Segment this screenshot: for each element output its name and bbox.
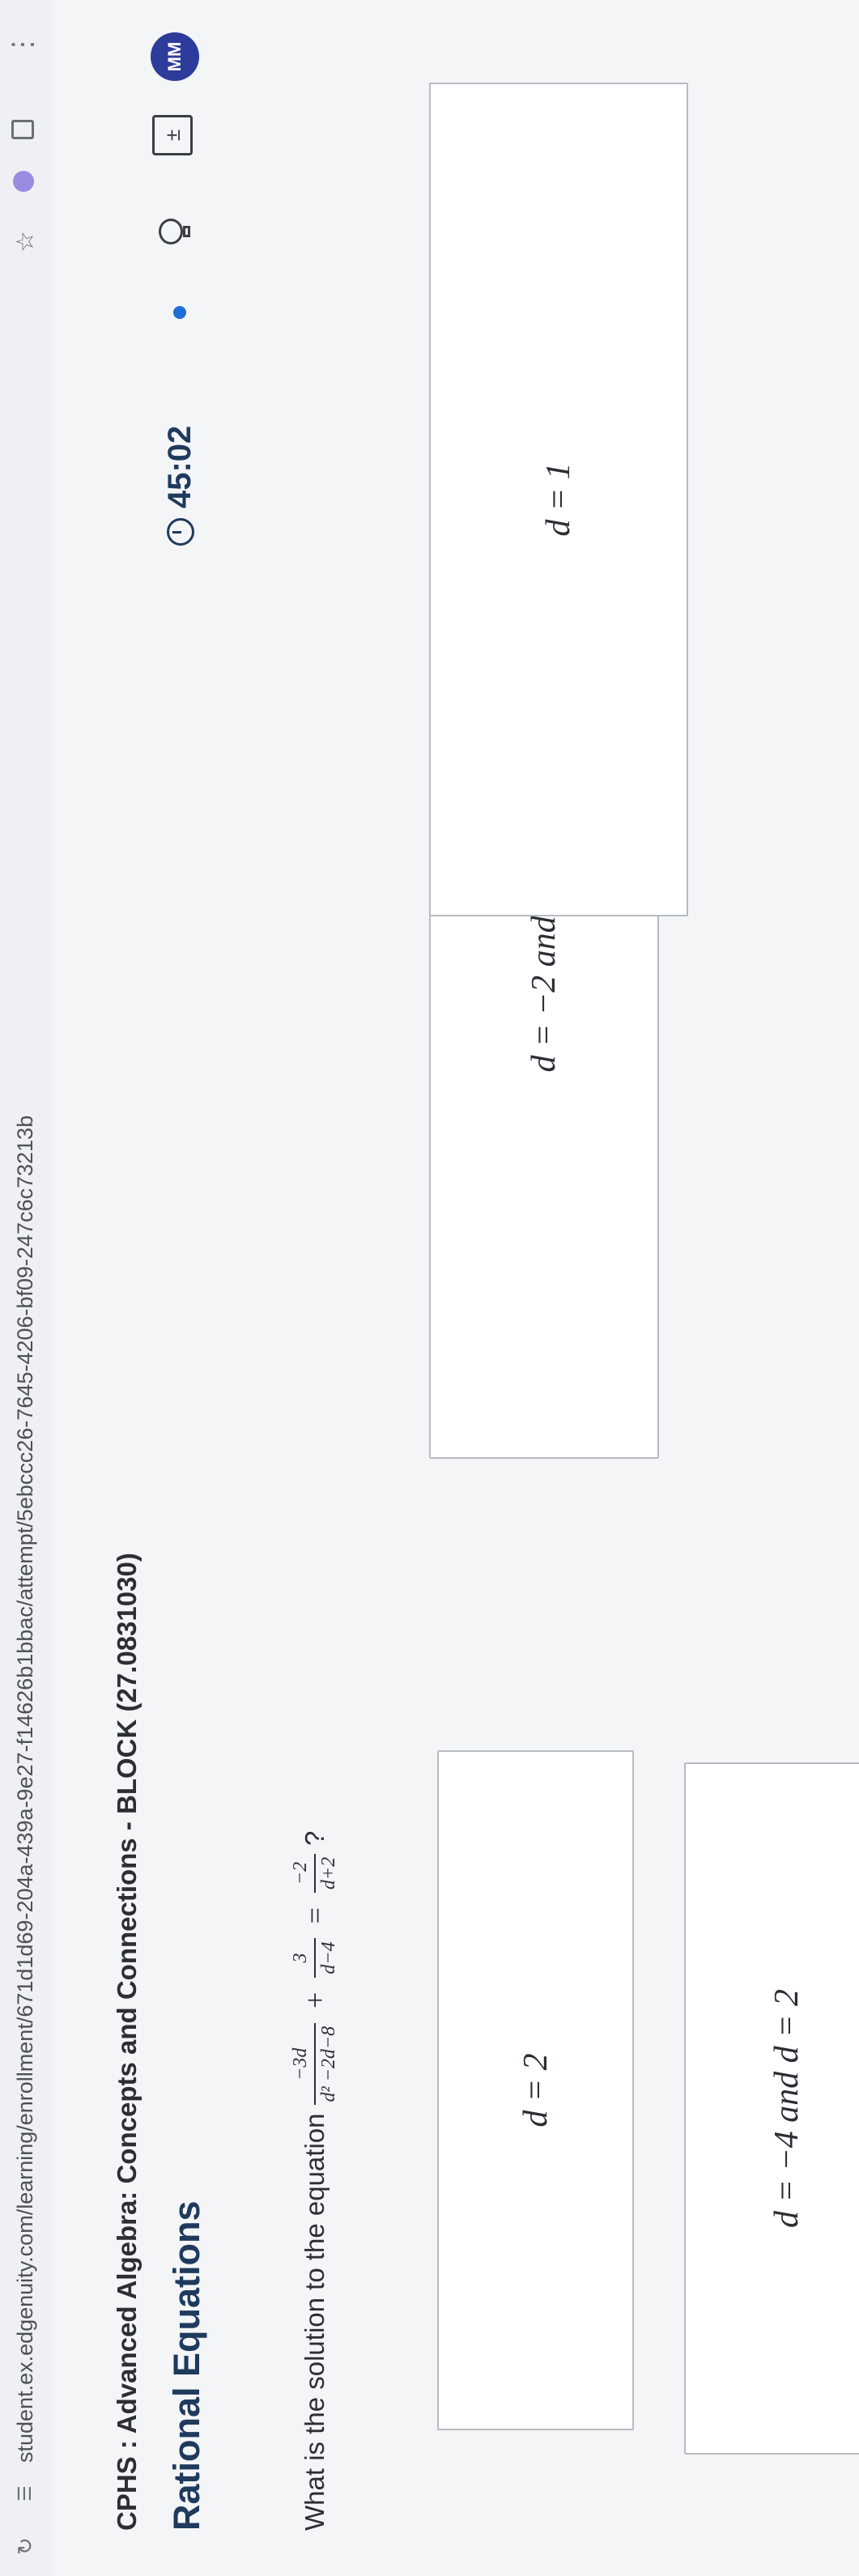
fraction-2: 3 d−4	[290, 1938, 340, 1978]
answer-choice-label: d = 1	[540, 462, 577, 537]
url-text[interactable]: student.ex.edgenuity.com/learning/enroll…	[13, 1116, 38, 2463]
plus-sign: +	[299, 1992, 331, 2009]
page: ↻ ☰ student.ex.edgenuity.com/learning/en…	[0, 0, 859, 2576]
site-info-icon[interactable]: ☰	[15, 2485, 36, 2502]
fraction-2-denominator: d−4	[318, 1941, 339, 1975]
answer-choice-1[interactable]: d = 2	[437, 1750, 634, 2430]
timer: 45:02	[162, 426, 198, 546]
question-text: What is the solution to the equation −3d…	[290, 1831, 340, 2531]
lightbulb-icon[interactable]	[159, 219, 191, 244]
question-prefix: What is the solution to the equation	[300, 2113, 330, 2531]
fraction-3-numerator: −2	[290, 1861, 311, 1885]
avatar[interactable]: MM	[151, 32, 199, 81]
page-title: Rational Equations	[166, 2200, 207, 2531]
breadcrumb: CPHS : Advanced Algebra: Concepts and Co…	[112, 1553, 142, 2531]
fraction-3: −2 d+2	[290, 1853, 340, 1894]
browser-address-bar[interactable]: ↻ ☰ student.ex.edgenuity.com/learning/en…	[0, 0, 52, 2576]
bookmark-star-icon[interactable]: ☆	[11, 231, 40, 253]
fraction-1: −3d d² −2d−8	[290, 2022, 340, 2106]
answer-choice-label: d = 2	[517, 2053, 555, 2128]
answer-choice-3[interactable]: d = 1	[429, 83, 688, 916]
timer-value: 45:02	[162, 425, 198, 508]
answer-choice-4[interactable]: d = −4 and d = 2	[684, 1762, 859, 2455]
fraction-3-denominator: d+2	[318, 1856, 339, 1890]
extensions-puzzle-icon[interactable]	[11, 120, 34, 139]
progress-dot[interactable]	[173, 306, 186, 319]
browser-menu-icon[interactable]: ⋮	[6, 31, 39, 58]
answer-choice-label: d = −4 and d = 2	[768, 1988, 806, 2229]
fraction-2-numerator: 3	[290, 1953, 311, 1963]
clock-icon	[166, 518, 194, 546]
question-suffix: ?	[300, 1830, 330, 1846]
fraction-1-numerator: −3d	[290, 2047, 311, 2081]
calculator-icon[interactable]: ±	[152, 115, 193, 155]
fraction-1-denominator: d² −2d−8	[318, 2026, 339, 2102]
extension-icon[interactable]	[13, 171, 34, 192]
reload-icon[interactable]: ↻	[13, 2534, 37, 2555]
equals-sign: =	[299, 1907, 331, 1924]
